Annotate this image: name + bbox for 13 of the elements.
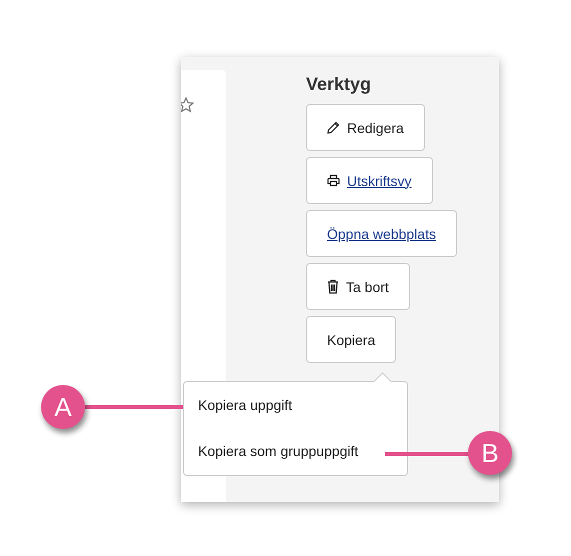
tool-button[interactable]: Kopiera xyxy=(306,316,396,363)
menu-item[interactable]: Kopiera uppgift xyxy=(184,382,407,428)
panel-title: Verktyg xyxy=(306,73,372,96)
trash-icon xyxy=(327,279,339,294)
link-button[interactable]: Öppna webbplats xyxy=(306,210,457,257)
tool-button[interactable]: Redigera xyxy=(306,104,425,151)
pencil-icon xyxy=(327,121,340,134)
link-button[interactable]: Utskriftsvy xyxy=(306,157,433,204)
tool-button[interactable]: Ta bort xyxy=(306,263,410,310)
printer-icon xyxy=(327,174,340,187)
menu-item[interactable]: Kopiera som gruppuppgift xyxy=(184,428,407,474)
star-icon[interactable] xyxy=(181,97,194,113)
callout-marker: A xyxy=(41,385,85,429)
